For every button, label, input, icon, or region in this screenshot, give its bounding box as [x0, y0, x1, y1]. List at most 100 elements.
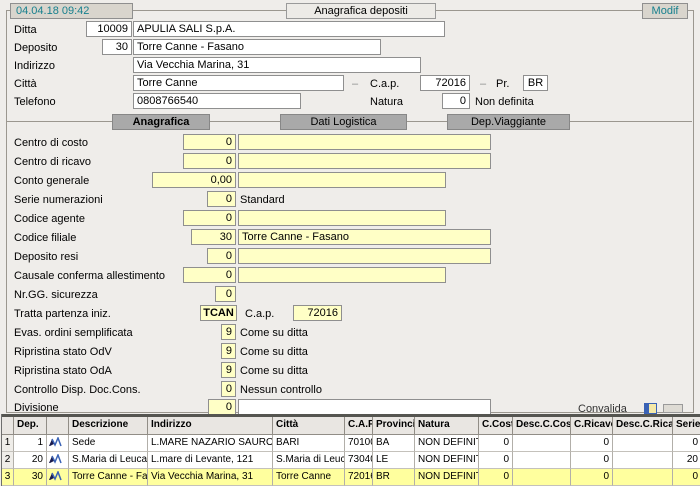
- cell-natura: NON DEFINITA: [415, 435, 479, 452]
- causale-conferma-desc-field[interactable]: [238, 267, 446, 283]
- col-header-descrizione[interactable]: Descrizione: [69, 417, 148, 435]
- modif-button[interactable]: Modif: [642, 3, 688, 19]
- tratta-cap-label: C.a.p.: [245, 308, 274, 322]
- divisione-desc-field[interactable]: [238, 399, 491, 415]
- conto-generale-desc-field[interactable]: [238, 172, 446, 188]
- deposito-name-field[interactable]: Torre Canne - Fasano: [133, 39, 381, 55]
- controllo-disp-value-field[interactable]: 0: [221, 381, 236, 397]
- citta-label: Città: [14, 78, 37, 92]
- controllo-disp-desc: Nessun controllo: [240, 384, 322, 398]
- col-header-serie[interactable]: Serie: [673, 417, 700, 435]
- deposito-code-field[interactable]: 30: [102, 39, 132, 55]
- telefono-label: Telefono: [14, 96, 56, 110]
- tab-anagrafica[interactable]: Anagrafica: [112, 114, 210, 130]
- centro-di-costo-value-field[interactable]: 0: [183, 134, 236, 150]
- codice-agente-desc-field[interactable]: [238, 210, 446, 226]
- cell-natura: NON DEFINITA: [415, 452, 479, 469]
- cell-c-costo: 0: [479, 452, 513, 469]
- cell-c-costo: 0: [479, 469, 513, 486]
- detail-label-deposito-resi: Deposito resi: [14, 251, 78, 265]
- cell-desc-c-ricavo: [613, 452, 673, 469]
- cell-desc-c-costo: [513, 452, 571, 469]
- cell-desc-c-costo: [513, 435, 571, 452]
- cell-descrizione: Sede: [69, 435, 148, 452]
- deposito-label: Deposito: [14, 42, 57, 56]
- centro-di-costo-desc-field[interactable]: [238, 134, 491, 150]
- cell-indirizzo: L.MARE NAZARIO SAURO 211: [148, 435, 273, 452]
- serie-numerazioni-value-field[interactable]: 0: [207, 191, 236, 207]
- table-row-selected[interactable]: 3 30 Torre Canne - Fasano Via Vecchia Ma…: [2, 469, 700, 486]
- cell-c-ricavo: 0: [571, 435, 613, 452]
- anagrafica-depositi-window: 04.04.18 09:42 Anagrafica depositi Modif…: [0, 0, 700, 486]
- tab-dati-logistica[interactable]: Dati Logistica: [280, 114, 407, 130]
- centro-di-ricavo-value-field[interactable]: 0: [183, 153, 236, 169]
- detail-label-codice-agente: Codice agente: [14, 213, 85, 227]
- col-header-c-costo[interactable]: C.Costo: [479, 417, 513, 435]
- cap-field[interactable]: 72016: [420, 75, 470, 91]
- detail-label-centro-di-ricavo: Centro di ricavo: [14, 156, 91, 170]
- cell-cap: 72016: [345, 469, 373, 486]
- col-header-citta[interactable]: Città: [273, 417, 345, 435]
- pr-field[interactable]: BR: [523, 75, 548, 91]
- cell-natura: NON DEFINITA: [415, 469, 479, 486]
- codice-filiale-value-field[interactable]: 30: [191, 229, 236, 245]
- cell-icon[interactable]: [47, 435, 69, 452]
- natura-code-field[interactable]: 0: [442, 93, 470, 109]
- nrgg-sicurezza-value-field[interactable]: 0: [215, 286, 236, 302]
- deposito-resi-value-field[interactable]: 0: [207, 248, 236, 264]
- convalida-checkbox-icon[interactable]: [644, 403, 657, 414]
- tratta-cap-field[interactable]: 72016: [293, 305, 342, 321]
- telefono-field[interactable]: 0808766540: [133, 93, 301, 109]
- cell-icon[interactable]: [47, 469, 69, 486]
- tab-dep-viaggiante[interactable]: Dep.Viaggiante: [447, 114, 570, 130]
- table-row[interactable]: 1 1 Sede L.MARE NAZARIO SAURO 211 BARI 7…: [2, 435, 700, 452]
- col-header-desc-c-ricavo[interactable]: Desc.C.Ricavo: [613, 417, 673, 435]
- col-header-num: [2, 417, 14, 435]
- cell-dep: 1: [14, 435, 47, 452]
- col-header-dep[interactable]: Dep.: [14, 417, 47, 435]
- cell-provincia: BR: [373, 469, 415, 486]
- ripristina-odv-value-field[interactable]: 9: [221, 343, 236, 359]
- col-header-cap[interactable]: C.A.P.: [345, 417, 373, 435]
- causale-conferma-value-field[interactable]: 0: [183, 267, 236, 283]
- detail-label-conto-generale: Conto generale: [14, 175, 89, 189]
- cap-label: C.a.p.: [370, 78, 399, 92]
- cell-icon[interactable]: [47, 452, 69, 469]
- deposits-table: Dep. Descrizione Indirizzo Città C.A.P. …: [1, 414, 700, 486]
- chart-icon: [48, 471, 62, 482]
- col-header-indirizzo[interactable]: Indirizzo: [148, 417, 273, 435]
- cell-dep: 20: [14, 452, 47, 469]
- centro-di-ricavo-desc-field[interactable]: [238, 153, 491, 169]
- ripristina-oda-value-field[interactable]: 9: [221, 362, 236, 378]
- codice-agente-value-field[interactable]: 0: [183, 210, 236, 226]
- natura-label: Natura: [370, 96, 403, 110]
- detail-label-codice-filiale: Codice filiale: [14, 232, 76, 246]
- table-row[interactable]: 2 20 S.Maria di Leuca L.mare di Levante,…: [2, 452, 700, 469]
- evas-ordini-value-field[interactable]: 9: [221, 324, 236, 340]
- cell-serie: 0: [673, 469, 700, 486]
- indirizzo-field[interactable]: Via Vecchia Marina, 31: [133, 57, 421, 73]
- citta-field[interactable]: Torre Canne: [133, 75, 344, 91]
- divisione-value-field[interactable]: 0: [208, 399, 236, 415]
- timestamp-box: 04.04.18 09:42: [10, 3, 133, 19]
- pr-label: Pr.: [496, 78, 509, 92]
- deposito-resi-desc-field[interactable]: [238, 248, 491, 264]
- codice-filiale-desc-field[interactable]: Torre Canne - Fasano: [238, 229, 491, 245]
- conto-generale-value-field[interactable]: 0,00: [152, 172, 236, 188]
- tratta-partenza-value-field[interactable]: TCAN: [200, 305, 237, 321]
- cell-indirizzo: L.mare di Levante, 121: [148, 452, 273, 469]
- ditta-code-field[interactable]: 10009: [86, 21, 132, 37]
- detail-label-causale-conferma: Causale conferma allestimento: [14, 270, 165, 284]
- col-header-icon: [47, 417, 69, 435]
- natura-desc: Non definita: [475, 96, 534, 110]
- col-header-natura[interactable]: Natura: [415, 417, 479, 435]
- col-header-desc-c-costo[interactable]: Desc.C.Costo: [513, 417, 571, 435]
- detail-label-tratta-partenza: Tratta partenza iniz.: [14, 308, 111, 322]
- col-header-provincia[interactable]: Provincia: [373, 417, 415, 435]
- cell-serie: 20: [673, 452, 700, 469]
- cell-cap: 70100: [345, 435, 373, 452]
- ditta-name-field[interactable]: APULIA SALI S.p.A.: [133, 21, 445, 37]
- cell-citta: Torre Canne: [273, 469, 345, 486]
- col-header-c-ricavo[interactable]: C.Ricavo: [571, 417, 613, 435]
- convalida-small-button[interactable]: [663, 404, 683, 413]
